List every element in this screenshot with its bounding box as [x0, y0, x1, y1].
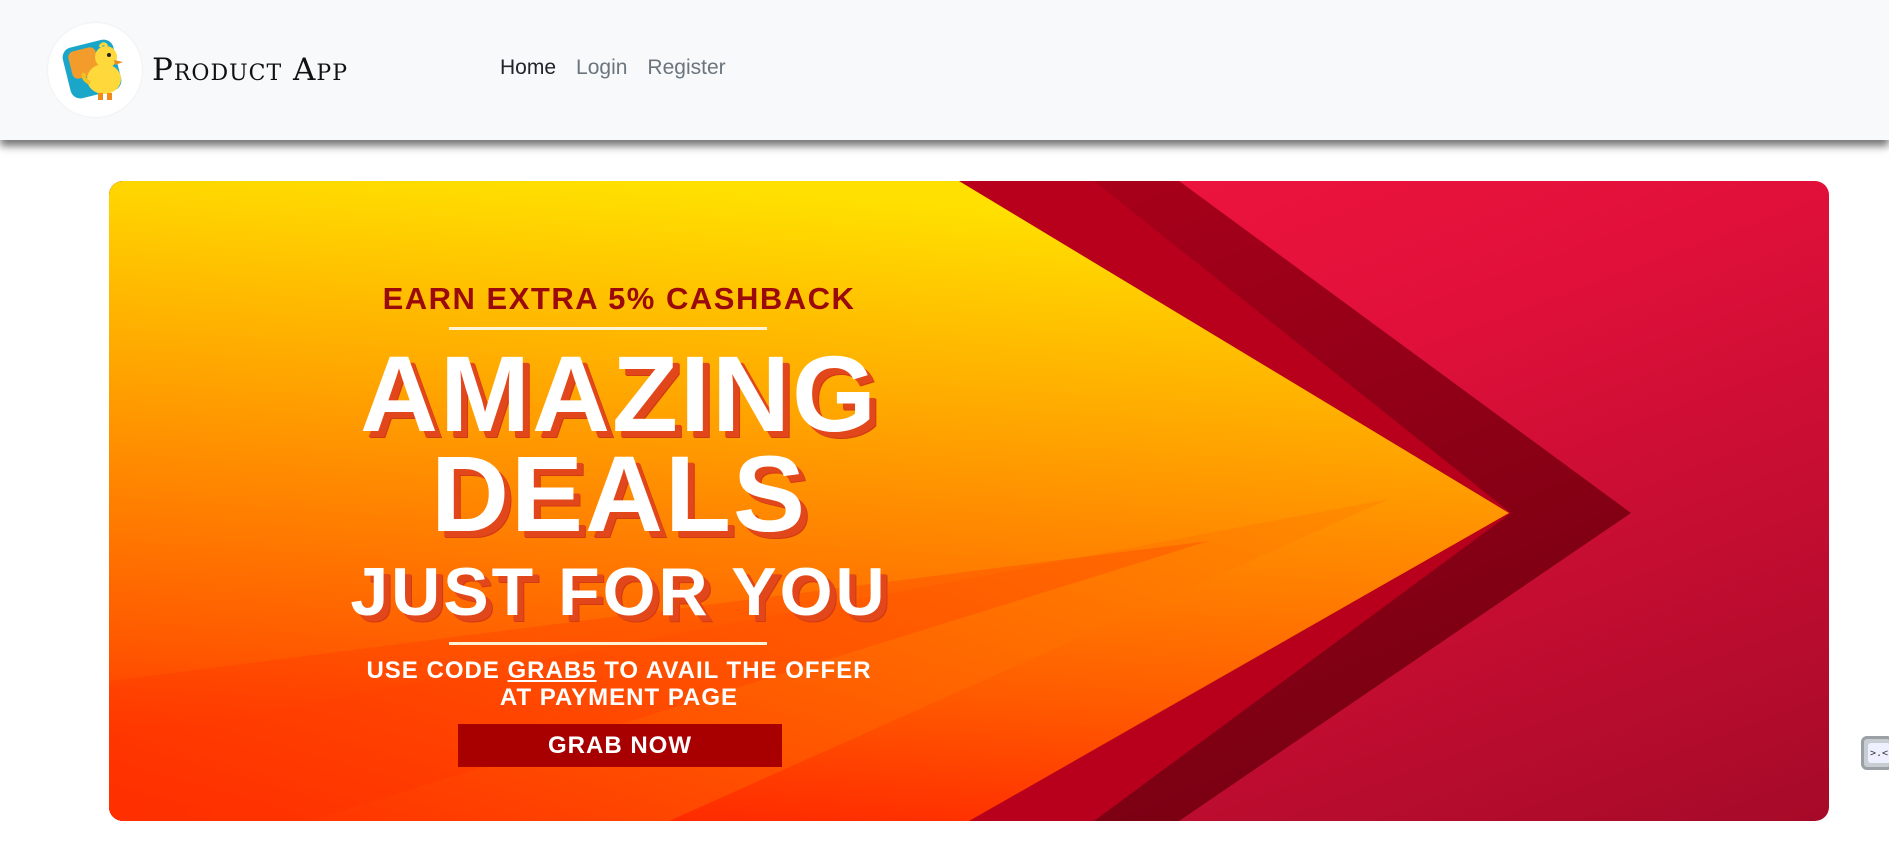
promo-code-line-2: AT PAYMENT PAGE [499, 684, 739, 711]
grab-now-button[interactable]: GRAB NOW [458, 724, 782, 767]
nav-link-home[interactable]: Home [500, 56, 556, 80]
promo-code: GRAB5 [507, 657, 597, 684]
divider-top [449, 327, 767, 330]
brand-name: Product App [152, 52, 348, 88]
duck-logo-icon [48, 23, 142, 117]
nav-links: Home Login Register [500, 56, 726, 80]
divider-bottom [449, 642, 767, 645]
promo-code-suffix: TO AVAIL THE OFFER [604, 657, 872, 684]
cashback-kicker: EARN EXTRA 5% CASHBACK [382, 281, 856, 316]
nav-link-register[interactable]: Register [647, 56, 725, 80]
promo-code-prefix: USE CODE [366, 657, 500, 684]
headline-line-2: DEALS [430, 433, 808, 554]
banner-content: EARN EXTRA 5% CASHBACK AMAZING DEALS JUS… [109, 181, 1129, 821]
nav-link-login[interactable]: Login [576, 56, 627, 80]
promo-banner[interactable]: EARN EXTRA 5% CASHBACK AMAZING DEALS JUS… [109, 181, 1829, 821]
chat-widget-icon[interactable]: >.< [1861, 736, 1889, 770]
chat-widget-face: >.< [1868, 743, 1889, 763]
navbar: Product App Home Login Register [0, 0, 1889, 140]
promo-code-line: USE CODE GRAB5 TO AVAIL THE OFFER [109, 657, 1129, 685]
brand[interactable]: Product App [48, 22, 348, 118]
headline-line-3: JUST FOR YOU [350, 554, 888, 630]
